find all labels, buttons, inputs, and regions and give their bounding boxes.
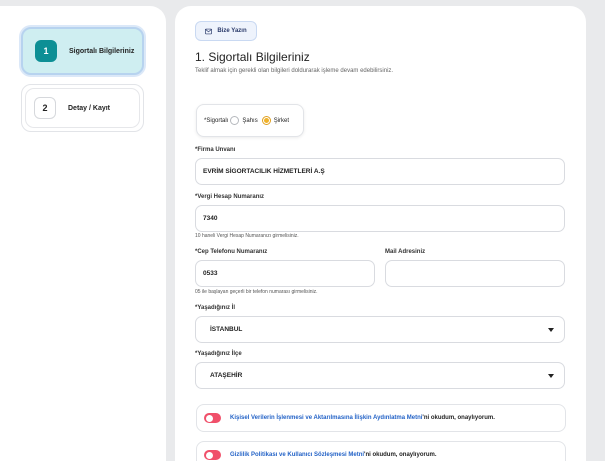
consent-privacy-link[interactable]: Gizlilik Politikası ve Kullanıcı Sözleşm… (230, 452, 364, 458)
email-input[interactable] (385, 260, 565, 287)
email-label: Mail Adresiniz (385, 249, 426, 255)
step-number: 2 (34, 97, 56, 119)
mail-icon (205, 28, 213, 34)
radio-person-label: Şahıs (242, 117, 258, 124)
radio-company[interactable] (261, 116, 271, 125)
phone-label: *Cep Telefonu Numaranız (195, 249, 268, 255)
consent-privacy: Gizlilik Politikası ve Kullanıcı Sözleşm… (196, 441, 566, 461)
consent-kvkk: Kişisel Verilerin İşlenmesi ve Aktarılma… (196, 404, 566, 432)
step-1[interactable]: 1 Sigortalı Bilgileriniz (21, 27, 144, 75)
radio-company-label: Şirket (273, 117, 290, 124)
contact-button[interactable]: Bize Yazın (195, 21, 257, 41)
form-card: Bize Yazın 1. Sigortalı Bilgileriniz Tek… (175, 6, 586, 461)
step-number: 1 (35, 40, 57, 62)
steps-panel: 1 Sigortalı Bilgileriniz 2 Detay / Kayıt (0, 6, 166, 461)
step-2[interactable]: 2 Detay / Kayıt (21, 84, 144, 132)
page-title: 1. Sigortalı Bilgileriniz (195, 50, 310, 64)
caret-down-icon (548, 374, 554, 378)
company-name-input[interactable]: EVRİM SİGORTACILIK HİZMETLERİ A.Ş (195, 158, 565, 185)
page-subtitle: Teklif almak için gerekli olan bilgileri… (195, 68, 394, 74)
consent-kvkk-link[interactable]: Kişisel Verilerin İşlenmesi ve Aktarılma… (230, 415, 422, 421)
district-value: ATAŞEHİR (210, 372, 243, 379)
insured-type-selector: *Sigortalı Şahıs Şirket (196, 104, 304, 137)
radio-person[interactable] (230, 116, 240, 125)
consent-kvkk-suffix: 'ni okudum, onaylıyorum. (422, 415, 495, 421)
consent-kvkk-toggle[interactable] (204, 413, 221, 423)
step-label: Sigortalı Bilgileriniz (69, 47, 135, 55)
phone-hint: 05 ile başlayan geçerli bir telefon numa… (195, 289, 318, 295)
district-select[interactable]: ATAŞEHİR (195, 362, 565, 389)
city-label: *Yaşadığınız İl (195, 305, 236, 311)
insured-type-label: *Sigortalı (204, 117, 229, 124)
phone-input[interactable]: 0533 (195, 260, 375, 287)
city-value: İSTANBUL (210, 326, 243, 333)
tax-number-input[interactable]: 7340 (195, 205, 565, 232)
consent-privacy-suffix: 'ni okudum, onaylıyorum. (364, 452, 437, 458)
caret-down-icon (548, 328, 554, 332)
district-label: *Yaşadığınız İlçe (195, 351, 242, 357)
city-select[interactable]: İSTANBUL (195, 316, 565, 343)
tax-number-hint: 10 haneli Vergi Hesap Numaranızı girmeli… (195, 233, 299, 239)
step-label: Detay / Kayıt (68, 104, 111, 112)
tax-number-label: *Vergi Hesap Numaranız (195, 194, 265, 200)
contact-button-label: Bize Yazın (217, 28, 247, 34)
consent-privacy-toggle[interactable] (204, 450, 221, 460)
company-name-label: *Firma Unvanı (195, 147, 236, 153)
